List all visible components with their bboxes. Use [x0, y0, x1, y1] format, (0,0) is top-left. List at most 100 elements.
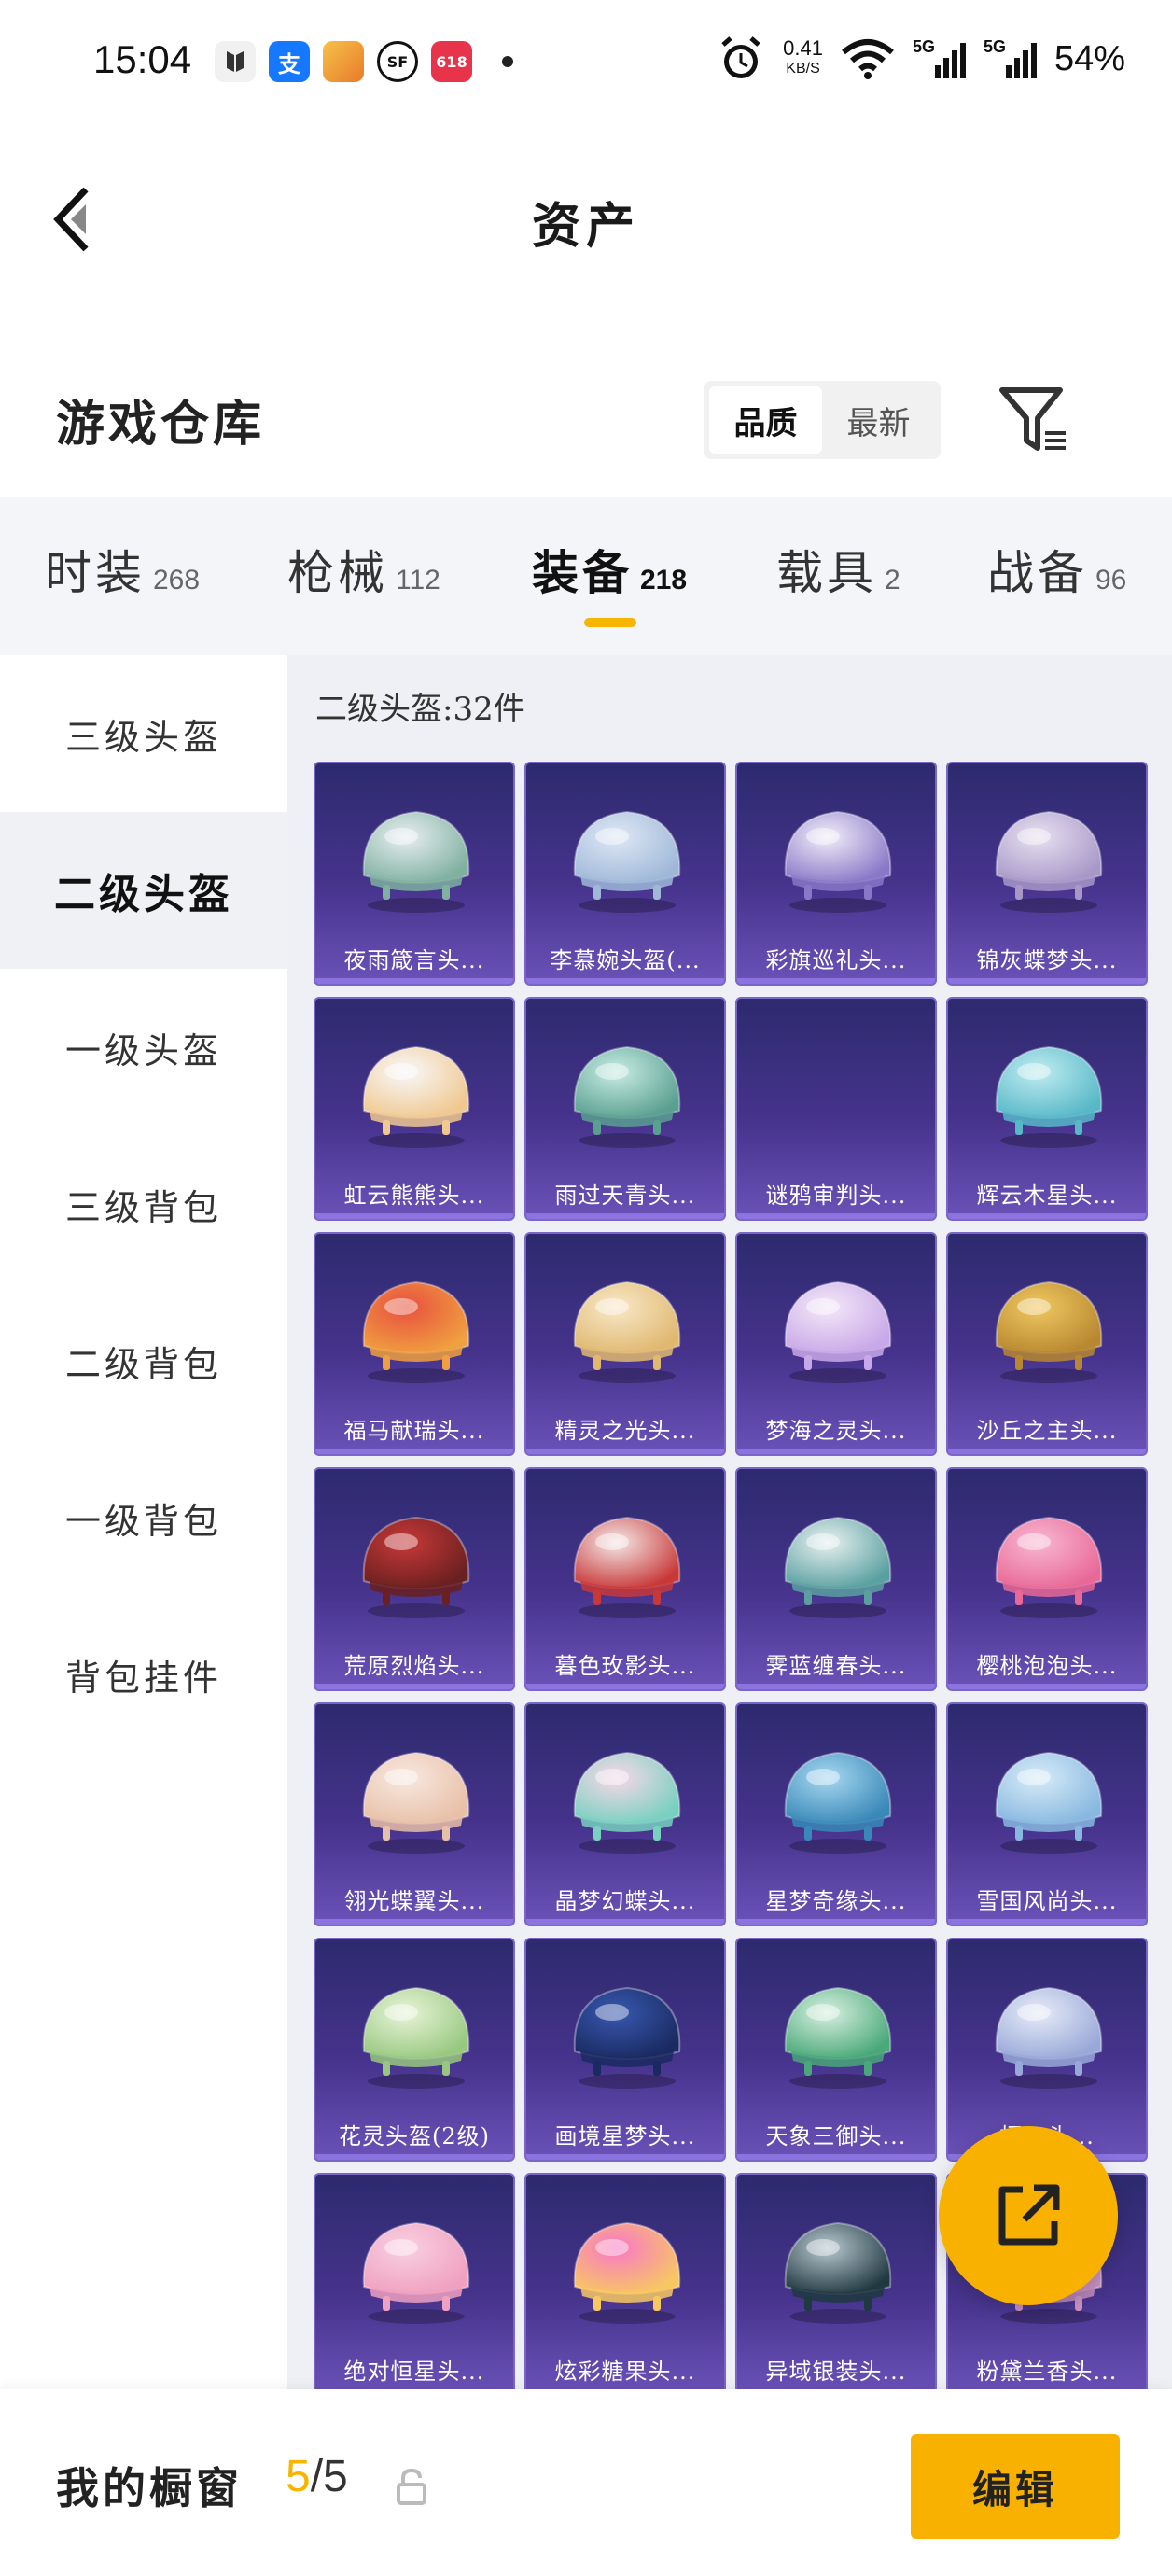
item-card-label: 天象三御头...	[765, 2123, 907, 2149]
item-card-label: 晶梦幻蝶头...	[554, 1888, 696, 1914]
helmet-icon	[573, 2221, 681, 2324]
helmet-icon	[995, 1516, 1103, 1618]
item-card-label: 虹云熊熊头...	[343, 1183, 485, 1209]
item-card[interactable]: 樱桃泡泡头...	[946, 1467, 1148, 1691]
item-card[interactable]: 夜雨箴言头...	[314, 762, 515, 986]
tab-label: 时装	[45, 546, 146, 600]
item-card-label: 雪国风尚头...	[976, 1888, 1118, 1914]
helmet-icon	[362, 1986, 470, 2089]
item-card[interactable]: 绝对恒星头...	[314, 2173, 515, 2389]
item-card-label: 霁蓝缠春头...	[765, 1653, 907, 1679]
item-card[interactable]: 沙丘之主头...	[946, 1232, 1148, 1456]
sidebar-item-level3-backpack[interactable]: 三级背包	[0, 1126, 287, 1282]
helmet-icon	[784, 1986, 892, 2089]
showcase-max: 5	[323, 2452, 348, 2501]
item-card-label: 暮色玫影头...	[554, 1653, 696, 1679]
filter-icon	[999, 387, 1066, 451]
helmet-icon	[573, 1986, 681, 2089]
item-card[interactable]: 星梦奇缘头...	[735, 1702, 937, 1926]
showcase-separator: /	[310, 2452, 324, 2501]
item-card[interactable]: 雪国风尚头...	[946, 1702, 1148, 1926]
helmet-icon	[573, 1045, 681, 1148]
item-card-label: 福马献瑞头...	[343, 1418, 485, 1444]
signal-5g-label-2: 5G	[984, 37, 1006, 56]
sidebar-item-backpack-charm[interactable]: 背包挂件	[0, 1596, 287, 1753]
item-card[interactable]: 李慕婉头盔(...	[524, 762, 726, 986]
status-app-icons: 支 SF 618	[215, 41, 513, 82]
alipay-icon-char: 支	[278, 50, 300, 77]
item-card[interactable]: 异域银装头...	[735, 2173, 937, 2389]
network-speed-value: 0.41	[783, 36, 823, 60]
helmet-icon	[784, 1516, 892, 1618]
item-card-label: 樱桃泡泡头...	[976, 1653, 1118, 1679]
item-card[interactable]: 福马献瑞头...	[314, 1232, 515, 1456]
item-card-label: 粉黛兰香头...	[976, 2359, 1118, 2385]
item-card-label: 花灵头盔(2级)	[339, 2123, 490, 2149]
item-card[interactable]: 锦灰蝶梦头...	[946, 762, 1148, 986]
sidebar-item-level2-backpack[interactable]: 二级背包	[0, 1282, 287, 1439]
tab-supplies[interactable]: 战备 96	[987, 536, 1126, 603]
helmet-icon	[784, 1281, 892, 1383]
notification-dot-icon	[502, 56, 513, 67]
item-card[interactable]: 荒原烈焰头...	[314, 1467, 515, 1691]
helmet-icon	[362, 810, 470, 913]
item-card-label: 谜鸦审判头...	[765, 1183, 907, 1209]
sidebar-item-level1-helmet[interactable]: 一级头盔	[0, 969, 287, 1126]
item-card[interactable]: 炫彩糖果头...	[524, 2173, 726, 2389]
item-card[interactable]: 花灵头盔(2级)	[314, 1938, 515, 2162]
share-button[interactable]	[939, 2126, 1118, 2305]
sidebar-item-level1-backpack[interactable]: 一级背包	[0, 1439, 287, 1596]
category-tabs: 时装 268 枪械 112 装备 218 载具 2 战备 96	[0, 497, 1172, 655]
tab-count: 218	[640, 565, 688, 595]
item-card[interactable]: 谜鸦审判头...	[735, 997, 937, 1221]
tab-label: 枪械	[287, 546, 388, 600]
network-speed: 0.41 KB/S	[783, 38, 823, 79]
active-tab-indicator	[584, 618, 636, 627]
showcase-current: 5	[286, 2452, 311, 2501]
warehouse-title: 游戏仓库	[56, 396, 266, 453]
item-card[interactable]: 虹云熊熊头...	[314, 997, 515, 1221]
lock-icon	[397, 2468, 426, 2505]
item-card[interactable]: 霁蓝缠春头...	[735, 1467, 937, 1691]
tab-vehicles[interactable]: 载具 2	[776, 536, 900, 603]
item-card[interactable]: 天象三御头...	[735, 1938, 937, 2162]
helmet-icon	[362, 1516, 470, 1618]
helmet-icon	[362, 1751, 470, 1854]
tab-fashion[interactable]: 时装 268	[45, 536, 200, 603]
helmet-icon	[995, 810, 1103, 913]
tab-label: 战备	[987, 546, 1088, 600]
item-card-label: 绝对恒星头...	[343, 2359, 485, 2385]
item-card[interactable]: 雨过天青头...	[524, 997, 726, 1221]
item-card[interactable]: 彩旗巡礼头...	[735, 762, 937, 986]
helmet-icon	[784, 1751, 892, 1854]
helmet-icon	[784, 810, 892, 913]
bottom-bar: 我的橱窗 5/5 编辑	[0, 2389, 1172, 2576]
item-card[interactable]: 辉云木星头...	[946, 997, 1148, 1221]
item-card[interactable]: 画境星梦头...	[524, 1938, 726, 2162]
sort-newest-button[interactable]: 最新	[822, 386, 935, 454]
item-card-label: 梦海之灵头...	[765, 1418, 907, 1444]
tab-equipment[interactable]: 装备 218	[532, 536, 687, 603]
sf-icon-char: SF	[386, 52, 409, 71]
helmet-icon	[573, 810, 681, 913]
network-speed-unit: KB/S	[786, 61, 820, 77]
item-card[interactable]: 精灵之光头...	[524, 1232, 726, 1456]
item-card[interactable]: 梦海之灵头...	[735, 1232, 937, 1456]
tab-count: 2	[885, 565, 900, 595]
sf-icon: SF	[377, 41, 418, 82]
share-external-icon	[998, 2184, 1060, 2246]
tab-label: 载具	[776, 546, 877, 600]
sidebar-item-level2-helmet[interactable]: 二级头盔	[0, 812, 287, 969]
app-header: 资产	[0, 131, 1172, 308]
sidebar-item-level3-helmet[interactable]: 三级头盔	[0, 655, 287, 812]
status-time: 15:04	[93, 37, 192, 81]
tab-firearms[interactable]: 枪械 112	[287, 536, 440, 603]
item-card[interactable]: 翎光蝶翼头...	[314, 1702, 515, 1926]
item-card-label: 画境星梦头...	[554, 2123, 696, 2149]
item-card[interactable]: 暮色玫影头...	[524, 1467, 726, 1691]
sort-quality-button[interactable]: 品质	[709, 386, 822, 454]
filter-button[interactable]	[998, 385, 1069, 455]
edit-button[interactable]: 编辑	[911, 2434, 1120, 2539]
item-count-label: 二级头盔:32件	[315, 691, 525, 728]
item-card[interactable]: 晶梦幻蝶头...	[524, 1702, 726, 1926]
